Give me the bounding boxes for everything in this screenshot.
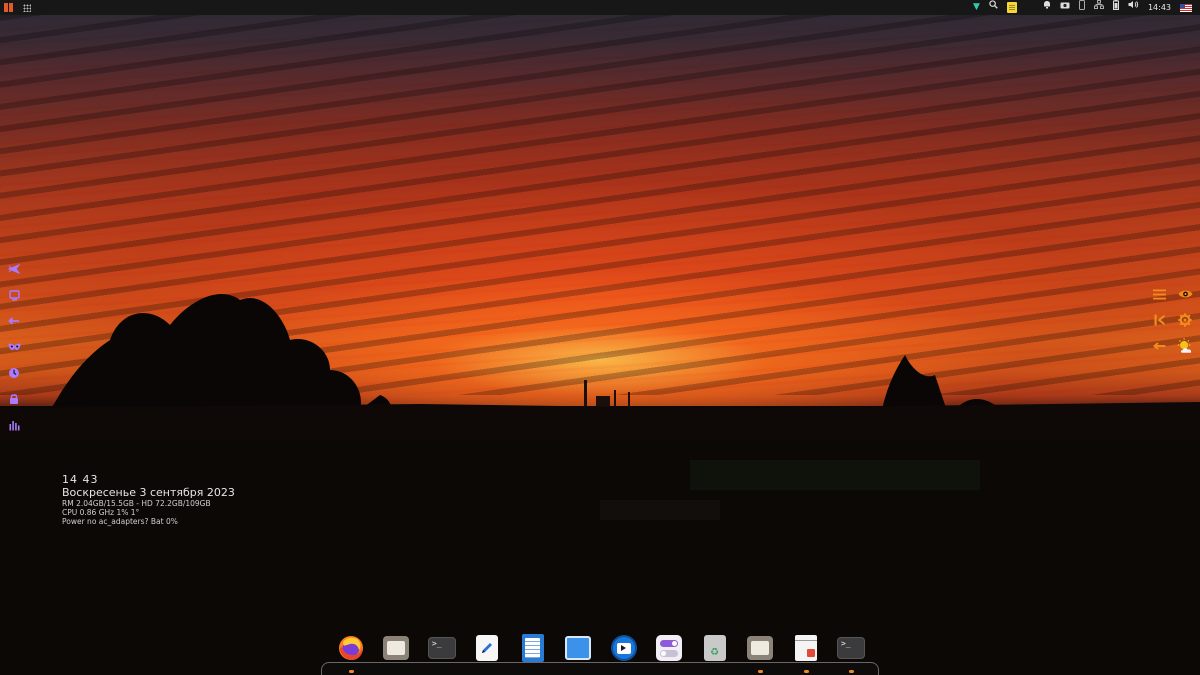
dock-item-files[interactable]	[381, 633, 411, 663]
airplane-icon[interactable]	[7, 262, 21, 276]
dock-item-news[interactable]	[791, 633, 821, 673]
sticky-notes-icon[interactable]	[1006, 2, 1017, 13]
eye-icon[interactable]	[1176, 286, 1194, 302]
document-icon	[521, 634, 544, 662]
dock-item-settings[interactable]	[654, 633, 684, 663]
right-control-rail	[1150, 286, 1200, 354]
weather-sun-icon[interactable]	[1176, 338, 1194, 354]
trash-icon: ♻	[703, 635, 726, 661]
dock-item-files-2[interactable]	[745, 633, 775, 673]
folder-icon	[747, 636, 774, 660]
camera-icon[interactable]	[1060, 0, 1070, 15]
us-flag-icon[interactable]	[1180, 3, 1192, 12]
dock-item-firefox[interactable]	[336, 633, 366, 673]
terminal-icon: >_	[427, 637, 456, 659]
arrow-left-icon[interactable]	[7, 314, 21, 328]
news-icon	[794, 635, 817, 661]
window-icon	[565, 636, 592, 660]
dock-item-text-editor[interactable]	[472, 633, 502, 663]
dock-item-writer[interactable]	[518, 633, 548, 663]
dock-item-window[interactable]	[563, 633, 593, 663]
gear-icon[interactable]	[1176, 312, 1194, 328]
widget-cpu: CPU 0.86 GHz 1% 1°	[62, 508, 140, 517]
top-panel: ▼ 14:43	[0, 0, 1200, 15]
text-editor-icon	[476, 635, 499, 661]
dock-item-terminal[interactable]: >_	[427, 633, 457, 663]
widget-date: Воскресенье 3 сентября 2023	[62, 486, 235, 499]
widget-memory: RM 2.04GB/15.5GB - HD 72.2GB/109GB	[62, 499, 211, 508]
network-icon[interactable]	[1093, 0, 1104, 15]
battery-icon[interactable]	[1112, 0, 1119, 16]
left-launcher-rail	[6, 262, 22, 432]
dock: >_ ♻ >_	[336, 632, 866, 673]
search-icon[interactable]	[989, 0, 998, 15]
dock-item-video-player[interactable]	[609, 633, 639, 663]
settings-toggle-icon	[656, 635, 683, 661]
running-indicator	[803, 670, 809, 673]
running-indicator	[349, 670, 354, 673]
bar-chart-icon[interactable]	[7, 418, 21, 432]
bell-icon[interactable]	[1043, 0, 1051, 15]
mask-icon[interactable]	[7, 340, 21, 354]
running-indicator	[848, 670, 854, 673]
dock-item-trash[interactable]: ♻	[700, 633, 730, 663]
app-menu-icon[interactable]	[4, 3, 13, 12]
widget-time: 14 43	[62, 473, 99, 486]
monitor-icon[interactable]	[7, 288, 21, 302]
phone-icon[interactable]	[1078, 0, 1085, 16]
hamburger-menu-icon[interactable]	[1150, 286, 1168, 302]
volume-icon[interactable]	[1128, 0, 1139, 15]
terminal-icon: >_	[836, 637, 865, 659]
panel-clock[interactable]: 14:43	[1148, 3, 1171, 12]
apps-grid-icon[interactable]	[23, 3, 31, 12]
lock-icon[interactable]	[7, 392, 21, 406]
dock-item-terminal-2[interactable]: >_	[836, 633, 866, 673]
video-player-icon	[610, 635, 637, 661]
widget-power: Power no ac_adapters? Bat 0%	[62, 517, 178, 526]
system-info-widget: 14 43 Воскресенье 3 сентября 2023 RM 2.0…	[62, 473, 235, 527]
folder-icon	[383, 636, 410, 660]
skip-back-icon[interactable]	[1150, 312, 1168, 328]
clock-icon[interactable]	[7, 366, 21, 380]
chevron-down-icon[interactable]: ▼	[973, 0, 980, 15]
firefox-icon	[339, 636, 363, 660]
arrow-left-icon[interactable]	[1150, 338, 1168, 354]
running-indicator	[758, 670, 764, 673]
